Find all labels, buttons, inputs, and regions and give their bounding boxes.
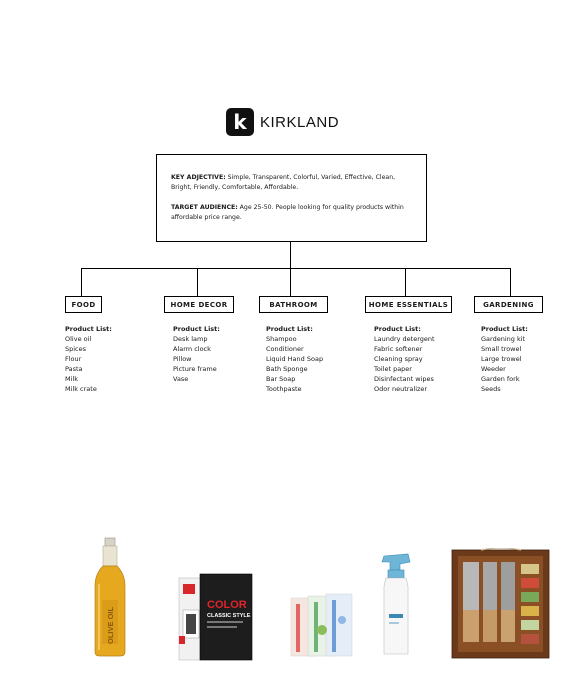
list-item: Desk lamp — [173, 335, 208, 343]
brand-logo: k KIRKLAND — [226, 108, 339, 136]
list-item: Garden fork — [481, 375, 520, 383]
product-list-heading: Product List: — [481, 325, 528, 333]
list-item: Disinfectant wipes — [374, 375, 434, 383]
product-list-heading: Product List: — [374, 325, 421, 333]
product-list-heading: Product List: — [173, 325, 220, 333]
connector-drop-home-decor — [197, 268, 198, 296]
list-item: Fabric softener — [374, 345, 423, 353]
product-list-home-essentials: Product List: Laundry detergent Fabric s… — [374, 324, 435, 394]
category-home-decor: HOME DECOR — [164, 296, 234, 313]
logo-mark-icon: k — [226, 108, 254, 136]
brand-brief-box: KEY ADJECTIVE: Simple, Transparent, Colo… — [156, 154, 427, 242]
connector-bar — [81, 268, 511, 269]
category-bathroom: BATHROOM — [259, 296, 328, 313]
list-item: Pasta — [65, 365, 83, 373]
list-item: Large trowel — [481, 355, 522, 363]
list-item: Shampoo — [266, 335, 297, 343]
connector-trunk — [290, 242, 291, 268]
list-item: Bar Soap — [266, 375, 296, 383]
category-food: FOOD — [65, 296, 102, 313]
list-item: Flour — [65, 355, 82, 363]
product-list-gardening: Product List: Gardening kit Small trowel… — [481, 324, 528, 394]
list-item: Weeder — [481, 365, 506, 373]
picture-frame-box-image: COLOR CLASSIC STYLE — [178, 573, 253, 661]
brand-name: KIRKLAND — [260, 113, 340, 131]
product-list-home-decor: Product List: Desk lamp Alarm clock Pill… — [173, 324, 220, 384]
key-adjective-label: KEY ADJECTIVE: — [171, 174, 226, 181]
list-item: Alarm clock — [173, 345, 211, 353]
list-item: Seeds — [481, 385, 501, 393]
connector-drop-bathroom — [290, 268, 291, 296]
list-item: Conditioner — [266, 345, 304, 353]
connector-drop-gardening — [510, 268, 511, 296]
soap-bars-image — [290, 593, 353, 657]
list-item: Picture frame — [173, 365, 217, 373]
list-item: Milk — [65, 375, 78, 383]
list-item: Spices — [65, 345, 87, 353]
product-list-food: Product List: Olive oil Spices Flour Pas… — [65, 324, 112, 394]
olive-oil-bottle-image: OLIVE OIL — [94, 537, 126, 657]
list-item: Small trowel — [481, 345, 522, 353]
list-item: Toothpaste — [266, 385, 302, 393]
key-adjective: KEY ADJECTIVE: Simple, Transparent, Colo… — [171, 173, 412, 193]
list-item: Gardening kit — [481, 335, 526, 343]
product-list-heading: Product List: — [266, 325, 313, 333]
target-audience: TARGET AUDIENCE: Age 25-50. People looki… — [171, 203, 412, 223]
product-list-heading: Product List: — [65, 325, 112, 333]
list-item: Cleaning spray — [374, 355, 423, 363]
frame-box-label: COLOR — [207, 599, 247, 611]
category-home-essentials: HOME ESSENTIALS — [365, 296, 452, 313]
list-item: Odor neutralizer — [374, 385, 428, 393]
list-item: Laundry detergent — [374, 335, 435, 343]
cleaning-spray-bottle-image — [381, 553, 411, 655]
gardening-kit-box-image — [451, 548, 550, 659]
list-item: Liquid Hand Soap — [266, 355, 324, 363]
connector-drop-home-essentials — [405, 268, 406, 296]
list-item: Toilet paper — [374, 365, 412, 373]
category-gardening: GARDENING — [474, 296, 543, 313]
list-item: Vase — [173, 375, 189, 383]
frame-box-tagline: CLASSIC STYLE — [207, 613, 251, 619]
connector-drop-food — [81, 268, 82, 296]
list-item: Bath Sponge — [266, 365, 308, 373]
target-audience-label: TARGET AUDIENCE: — [171, 204, 238, 211]
olive-oil-label: OLIVE OIL — [106, 606, 115, 644]
list-item: Pillow — [173, 355, 192, 363]
list-item: Milk crate — [65, 385, 97, 393]
product-list-bathroom: Product List: Shampoo Conditioner Liquid… — [266, 324, 323, 394]
list-item: Olive oil — [65, 335, 92, 343]
